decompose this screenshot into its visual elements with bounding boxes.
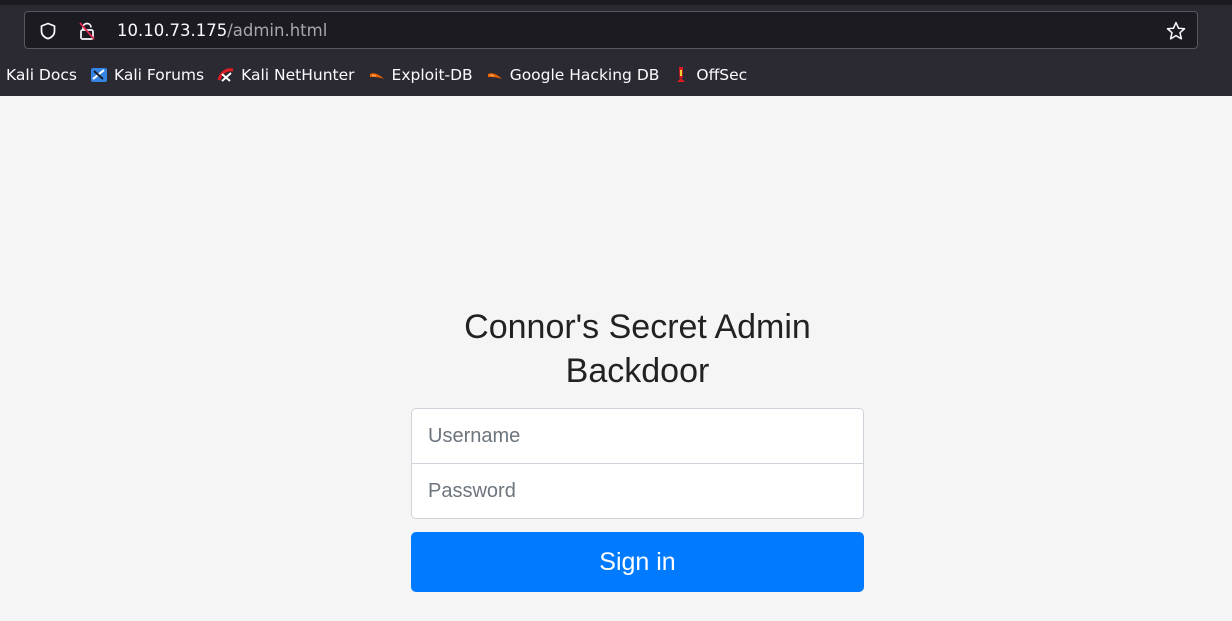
page-title-line2: Backdoor bbox=[565, 352, 710, 390]
page-title-line1: Connor's Secret Admin bbox=[464, 308, 811, 346]
bookmark-label: Kali Docs bbox=[6, 66, 77, 84]
credentials-group bbox=[411, 408, 864, 519]
page-title: Connor's Secret Admin Backdoor bbox=[411, 305, 864, 393]
exploit-db-icon bbox=[486, 66, 504, 84]
browser-chrome: 10.10.73.175/admin.html Kali Docs Kali F… bbox=[0, 0, 1232, 96]
url-host: 10.10.73.175 bbox=[117, 21, 228, 40]
bookmark-label: Kali Forums bbox=[113, 66, 205, 84]
bookmark-offsec[interactable]: OffSec bbox=[672, 66, 747, 84]
url-text[interactable]: 10.10.73.175/admin.html bbox=[117, 21, 327, 41]
exploit-db-icon bbox=[368, 66, 386, 84]
bookmark-label: OffSec bbox=[696, 66, 748, 84]
signin-button[interactable]: Sign in bbox=[411, 532, 864, 592]
kali-nethunter-icon bbox=[217, 66, 235, 84]
bookmark-google-hacking-db[interactable]: Google Hacking DB bbox=[486, 66, 660, 84]
bookmark-label: Exploit-DB bbox=[391, 66, 473, 84]
bookmark-label: Kali NetHunter bbox=[241, 66, 355, 84]
kali-forums-icon bbox=[90, 66, 108, 84]
url-path: /admin.html bbox=[227, 21, 328, 40]
signin-form: Connor's Secret Admin Backdoor Sign in bbox=[411, 305, 864, 592]
tracking-protection-shield-icon[interactable] bbox=[39, 22, 57, 40]
bookmark-label: Google Hacking DB bbox=[509, 66, 660, 84]
bookmark-star-icon[interactable] bbox=[1165, 20, 1187, 42]
username-input[interactable] bbox=[411, 408, 864, 464]
address-bar[interactable]: 10.10.73.175/admin.html bbox=[24, 11, 1198, 49]
insecure-lock-icon[interactable] bbox=[77, 21, 97, 41]
bookmarks-toolbar: Kali Docs Kali Forums Kali NetHunter Exp… bbox=[0, 62, 1232, 88]
bookmark-kali-docs[interactable]: Kali Docs bbox=[6, 66, 77, 84]
tab-strip-edge bbox=[0, 0, 1232, 5]
bookmark-kali-nethunter[interactable]: Kali NetHunter bbox=[217, 66, 355, 84]
bookmark-kali-forums[interactable]: Kali Forums bbox=[90, 66, 204, 84]
offsec-icon bbox=[672, 66, 690, 84]
bookmark-exploit-db[interactable]: Exploit-DB bbox=[368, 66, 473, 84]
password-input[interactable] bbox=[411, 463, 864, 519]
